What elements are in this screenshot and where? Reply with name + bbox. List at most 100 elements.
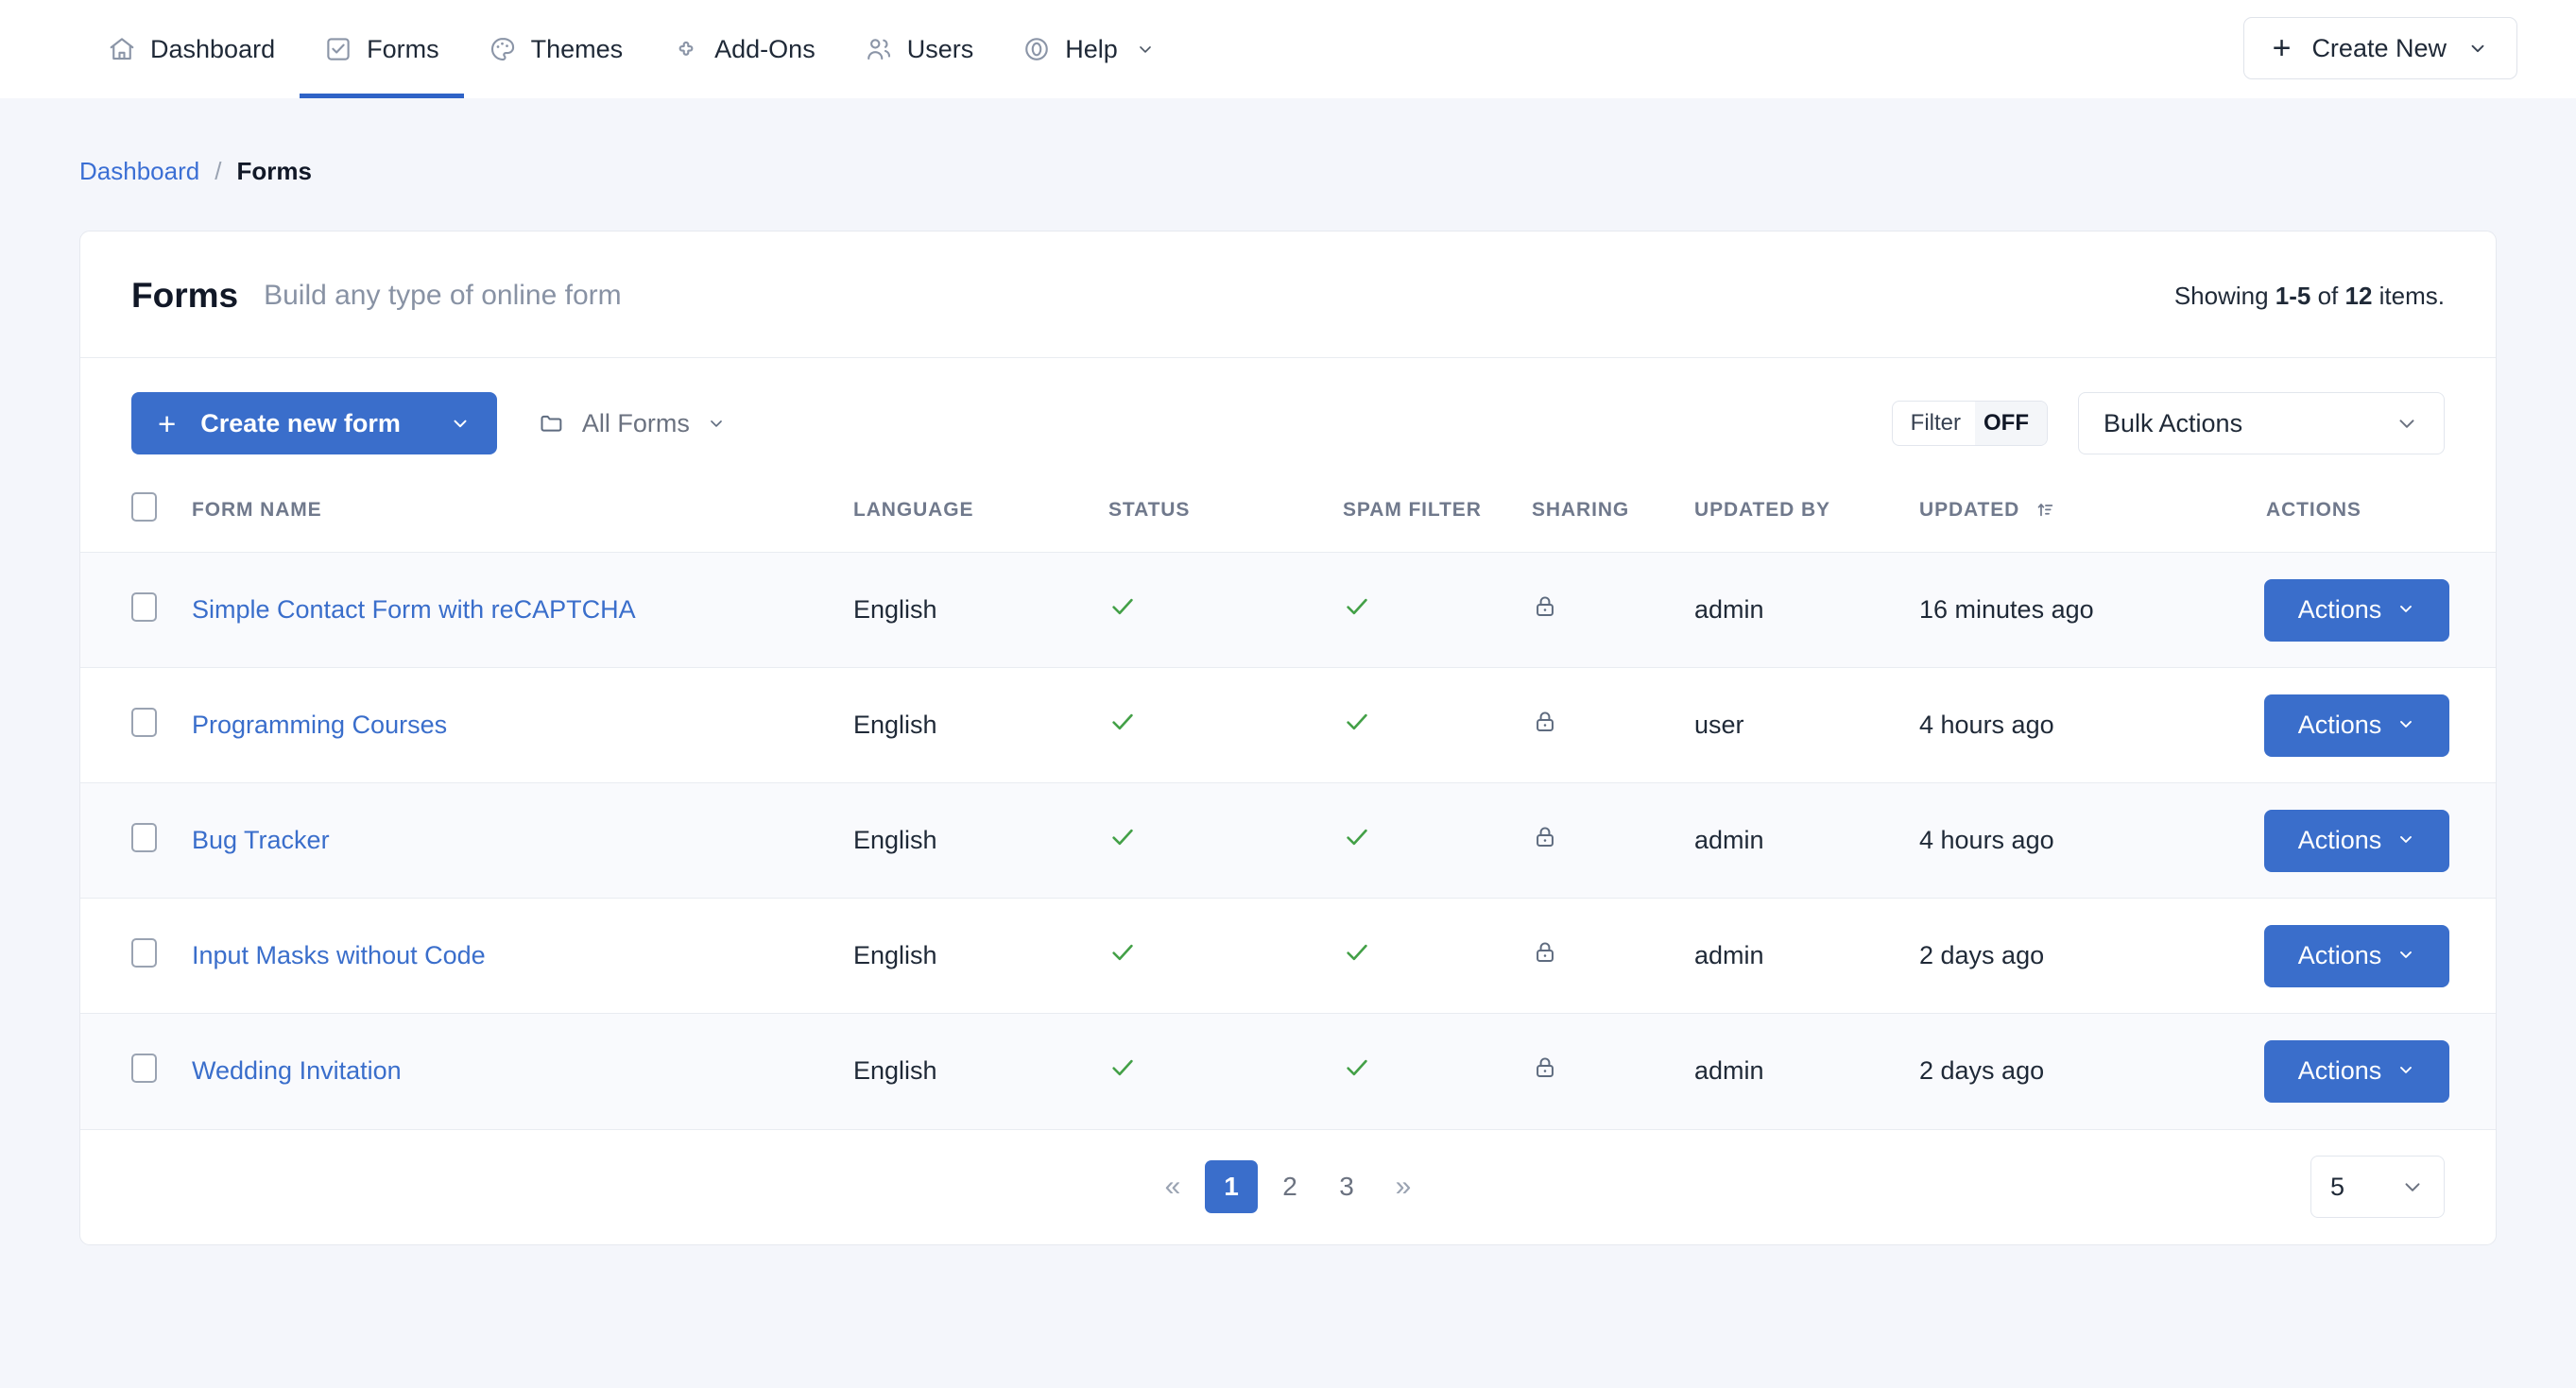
- row-actions-button[interactable]: Actions: [2264, 694, 2449, 757]
- lock-icon[interactable]: [1532, 593, 1558, 620]
- table-row[interactable]: Programming Courses English user4 hours ag…: [80, 668, 2496, 783]
- filter-toggle[interactable]: Filter OFF: [1892, 401, 2048, 446]
- top-navigation-bar: Dashboard Forms Themes Add-Ons Users: [0, 0, 2576, 98]
- table-header-row: FORM NAME LANGUAGE STATUS SPAM FILTER SH…: [80, 483, 2496, 553]
- table-row[interactable]: Wedding InvitationEnglishadmin2 days ago…: [80, 1014, 2496, 1129]
- select-all-checkbox[interactable]: [131, 492, 157, 522]
- row-actions-button[interactable]: Actions: [2264, 810, 2449, 872]
- breadcrumb-separator: /: [215, 157, 221, 186]
- cell-updated-by: admin: [1694, 1014, 1919, 1129]
- cell-updated: 2 days ago: [1919, 1014, 2252, 1129]
- cell-status: [1108, 668, 1343, 783]
- row-select-cell: [80, 783, 192, 899]
- row-checkbox[interactable]: [131, 592, 157, 622]
- chevron-down-icon: [2396, 1056, 2415, 1086]
- nav-item-help[interactable]: Help: [998, 0, 1179, 98]
- lock-icon[interactable]: [1532, 709, 1558, 735]
- row-actions-label: Actions: [2298, 595, 2382, 625]
- chevron-down-icon: [2395, 411, 2419, 436]
- lock-icon[interactable]: [1532, 1054, 1558, 1081]
- chevron-down-icon: [707, 414, 726, 433]
- status-check-icon: [1108, 708, 1137, 736]
- select-all-header: [80, 483, 192, 553]
- breadcrumb-link-dashboard[interactable]: Dashboard: [79, 157, 199, 186]
- filter-toggle-label: Filter: [1893, 410, 1975, 437]
- form-name-link[interactable]: Bug Tracker: [192, 826, 330, 854]
- nav-item-themes[interactable]: Themes: [464, 0, 648, 98]
- cell-updated-by: admin: [1694, 783, 1919, 899]
- items-count-label: Showing 1-5 of 12 items.: [2174, 282, 2445, 311]
- cell-actions: Actions: [2252, 668, 2496, 783]
- showing-suffix: items.: [2372, 282, 2445, 310]
- create-new-form-button[interactable]: + Create new form: [131, 392, 497, 454]
- lock-icon[interactable]: [1532, 939, 1558, 966]
- status-check-icon: [1108, 592, 1137, 621]
- cell-status: [1108, 783, 1343, 899]
- row-actions-button[interactable]: Actions: [2264, 579, 2449, 642]
- cell-actions: Actions: [2252, 1014, 2496, 1129]
- lock-icon[interactable]: [1532, 824, 1558, 850]
- cell-language: English: [853, 668, 1108, 783]
- cell-form-name: Wedding Invitation: [192, 1014, 853, 1129]
- showing-range: 1-5: [2275, 282, 2311, 310]
- nav-label: Forms: [367, 35, 439, 64]
- cell-form-name: Simple Contact Form with reCAPTCHA: [192, 553, 853, 668]
- header-form-name[interactable]: FORM NAME: [192, 483, 853, 553]
- main-nav: Dashboard Forms Themes Add-Ons Users: [83, 0, 1179, 98]
- header-updated[interactable]: UPDATED: [1919, 483, 2252, 553]
- pagination-first[interactable]: «: [1148, 1162, 1197, 1211]
- pagination-page-3[interactable]: 3: [1322, 1162, 1371, 1211]
- row-actions-label: Actions: [2298, 826, 2382, 855]
- nav-item-users[interactable]: Users: [840, 0, 999, 98]
- nav-item-add-ons[interactable]: Add-Ons: [647, 0, 840, 98]
- chevron-down-icon: [2396, 595, 2415, 625]
- header-status[interactable]: STATUS: [1108, 483, 1343, 553]
- row-checkbox[interactable]: [131, 938, 157, 968]
- plus-icon: +: [158, 408, 176, 439]
- form-name-link[interactable]: Simple Contact Form with reCAPTCHA: [192, 595, 636, 624]
- sort-icon[interactable]: [2035, 499, 2055, 520]
- per-page-select[interactable]: 5: [2310, 1156, 2445, 1218]
- page-title: Forms: [131, 276, 238, 316]
- row-select-cell: [80, 668, 192, 783]
- header-updated-by[interactable]: UPDATED BY: [1694, 483, 1919, 553]
- create-new-label: Create New: [2311, 34, 2447, 63]
- form-name-link[interactable]: Programming Courses: [192, 711, 447, 739]
- header-language[interactable]: LANGUAGE: [853, 483, 1108, 553]
- forms-table: FORM NAME LANGUAGE STATUS SPAM FILTER SH…: [80, 483, 2496, 1129]
- row-actions-button[interactable]: Actions: [2264, 1040, 2449, 1103]
- page-subtitle: Build any type of online form: [264, 280, 622, 312]
- nav-item-forms[interactable]: Forms: [300, 0, 464, 98]
- cell-updated-by: user: [1694, 668, 1919, 783]
- create-new-button[interactable]: + Create New: [2243, 17, 2517, 79]
- cell-form-name: Programming Courses: [192, 668, 853, 783]
- nav-item-dashboard[interactable]: Dashboard: [83, 0, 300, 98]
- row-select-cell: [80, 899, 192, 1014]
- cell-updated: 4 hours ago: [1919, 668, 2252, 783]
- row-select-cell: [80, 1014, 192, 1129]
- chevron-down-icon[interactable]: [450, 413, 471, 434]
- pagination-page-2[interactable]: 2: [1265, 1162, 1314, 1211]
- row-checkbox[interactable]: [131, 1054, 157, 1083]
- bulk-actions-select[interactable]: Bulk Actions: [2078, 392, 2445, 454]
- cell-spam-filter: [1343, 1014, 1532, 1129]
- header-sharing[interactable]: SHARING: [1532, 483, 1694, 553]
- header-spam-filter[interactable]: SPAM FILTER: [1343, 483, 1532, 553]
- pagination-page-1[interactable]: 1: [1205, 1160, 1258, 1213]
- table-row[interactable]: Simple Contact Form with reCAPTCHAEnglis…: [80, 553, 2496, 668]
- row-actions-button[interactable]: Actions: [2264, 925, 2449, 987]
- table-row[interactable]: Bug TrackerEnglishadmin4 hours agoAction…: [80, 783, 2496, 899]
- pagination-last[interactable]: »: [1379, 1162, 1428, 1211]
- row-checkbox[interactable]: [131, 823, 157, 852]
- lifebuoy-icon: [1022, 35, 1051, 63]
- form-name-link[interactable]: Wedding Invitation: [192, 1056, 402, 1085]
- cell-sharing: [1532, 899, 1694, 1014]
- form-name-link[interactable]: Input Masks without Code: [192, 941, 486, 969]
- filter-toggle-state: OFF: [1975, 402, 2047, 445]
- row-actions-label: Actions: [2298, 1056, 2382, 1086]
- cell-actions: Actions: [2252, 553, 2496, 668]
- row-checkbox[interactable]: [131, 708, 157, 737]
- spam-filter-check-icon: [1343, 708, 1371, 736]
- folder-filter-dropdown[interactable]: All Forms: [539, 409, 726, 438]
- table-row[interactable]: Input Masks without CodeEnglishadmin2 da…: [80, 899, 2496, 1014]
